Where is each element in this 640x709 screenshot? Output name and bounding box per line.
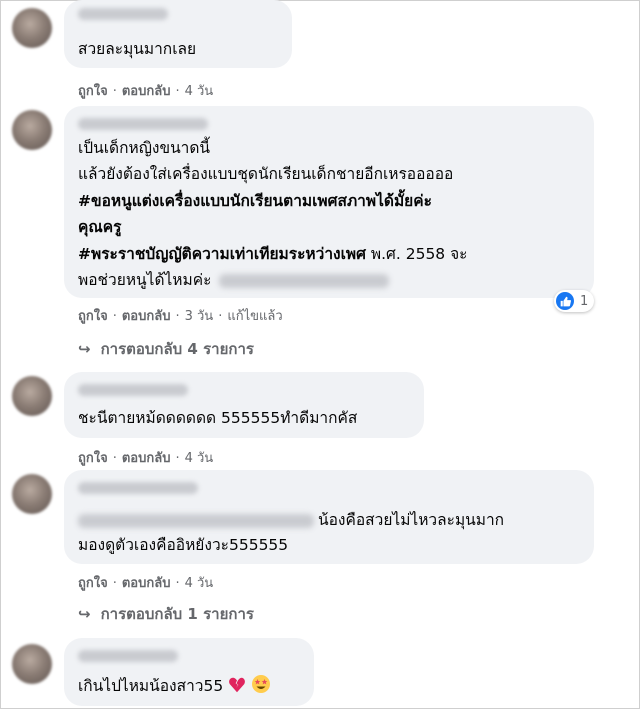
- reaction-summary[interactable]: 1: [554, 290, 595, 312]
- comment-time[interactable]: 4 วัน: [185, 84, 214, 99]
- like-icon: [556, 292, 574, 310]
- avatar[interactable]: [12, 644, 52, 684]
- comment-line: น้องคือสวยไม่ไหวละมุนมาก: [78, 508, 504, 532]
- comment-actions: ถูกใจ · ตอบกลับ · 4 วัน: [78, 451, 214, 466]
- comment-line: เป็นเด็กหญิงขนาดนี้: [78, 139, 211, 157]
- comment-text: น้องคือสวยไม่ไหวละมุนมาก: [318, 511, 505, 529]
- replies-label: การตอบกลับ 1 รายการ: [100, 605, 254, 623]
- reply-action[interactable]: ตอบกลับ: [122, 576, 171, 591]
- star-struck-emoji: [251, 674, 271, 701]
- comment-actions: ถูกใจ · ตอบกลับ · 4 วัน: [78, 576, 214, 591]
- comment-text: เกินไปไหมน้องสาว55: [78, 677, 224, 695]
- blurred-text: [78, 513, 314, 528]
- comment-line: แล้วยังต้องใส่เครื่องแบบชุดนักเรียนเด็กช…: [78, 165, 454, 183]
- like-action[interactable]: ถูกใจ: [78, 309, 108, 324]
- reaction-count: 1: [580, 293, 589, 309]
- view-replies-link[interactable]: ↪ การตอบกลับ 1 รายการ: [78, 602, 254, 626]
- reply-action[interactable]: ตอบกลับ: [122, 84, 171, 99]
- avatar[interactable]: [12, 110, 52, 150]
- comment-bubble: สวยละมุนมากเลย: [64, 0, 292, 68]
- comment-line: เกินไปไหมน้องสาว55: [78, 674, 271, 701]
- hashtag-link[interactable]: #พระราชบัญญัติความเท่าเทียมระหว่างเพศ: [78, 245, 366, 263]
- reply-arrow-icon: ↪: [78, 605, 91, 623]
- avatar[interactable]: [12, 474, 52, 514]
- avatar[interactable]: [12, 8, 52, 48]
- blurred-author-name[interactable]: [78, 482, 198, 494]
- comment-time[interactable]: 3 วัน: [185, 309, 214, 324]
- edited-label[interactable]: แก้ไขแล้ว: [227, 309, 282, 324]
- comment-text: พ.ศ. 2558 จะ: [365, 245, 468, 263]
- blurred-author-name[interactable]: [78, 8, 168, 20]
- comment-text: สวยละมุนมากเลย: [78, 40, 197, 58]
- comment-bubble: เป็นเด็กหญิงขนาดนี้ แล้วยังต้องใส่เครื่อ…: [64, 106, 594, 298]
- comment-line: มองดูตัวเองคืออิหยังวะ555555: [78, 536, 289, 554]
- like-action[interactable]: ถูกใจ: [78, 451, 108, 466]
- reply-action[interactable]: ตอบกลับ: [122, 309, 171, 324]
- comment-text: พอช่วยหนูได้ไหมค่ะ: [78, 271, 212, 289]
- hashtag-link-continued[interactable]: คุณครู: [78, 215, 121, 239]
- reply-action[interactable]: ตอบกลับ: [122, 451, 171, 466]
- view-replies-link[interactable]: ↪ การตอบกลับ 4 รายการ: [78, 337, 254, 361]
- comment-bubble: น้องคือสวยไม่ไหวละมุนมาก มองดูตัวเองคืออ…: [64, 470, 594, 564]
- reply-arrow-icon: ↪: [78, 340, 91, 358]
- comment-actions: ถูกใจ · ตอบกลับ · 4 วัน: [78, 84, 214, 99]
- blurred-author-name[interactable]: [78, 118, 208, 130]
- blurred-author-name[interactable]: [78, 384, 188, 396]
- replies-label: การตอบกลับ 4 รายการ: [100, 340, 254, 358]
- comment-time[interactable]: 4 วัน: [185, 451, 214, 466]
- comment-actions: ถูกใจ · ตอบกลับ · 3 วัน · แก้ไขแล้ว: [78, 309, 283, 324]
- like-action[interactable]: ถูกใจ: [78, 84, 108, 99]
- comment-bubble: เกินไปไหมน้องสาว55: [64, 638, 314, 706]
- blurred-author-name[interactable]: [78, 650, 178, 662]
- broken-heart-emoji: [228, 676, 246, 701]
- comment-text: ชะนีตายหม้ดดดดดด 555555ทำดีมากคัส: [78, 409, 358, 427]
- hashtag-link[interactable]: #ขอหนูแต่งเครื่องแบบนักเรียนตามเพศสภาพได…: [78, 189, 432, 213]
- comment-line: พอช่วยหนูได้ไหมค่ะ: [78, 268, 390, 292]
- comment-line: #พระราชบัญญัติความเท่าเทียมระหว่างเพศ พ.…: [78, 242, 468, 266]
- like-action[interactable]: ถูกใจ: [78, 576, 108, 591]
- blurred-text: [219, 273, 390, 288]
- comment-time[interactable]: 4 วัน: [185, 576, 214, 591]
- avatar[interactable]: [12, 376, 52, 416]
- comment-bubble: ชะนีตายหม้ดดดดดด 555555ทำดีมากคัส: [64, 372, 424, 438]
